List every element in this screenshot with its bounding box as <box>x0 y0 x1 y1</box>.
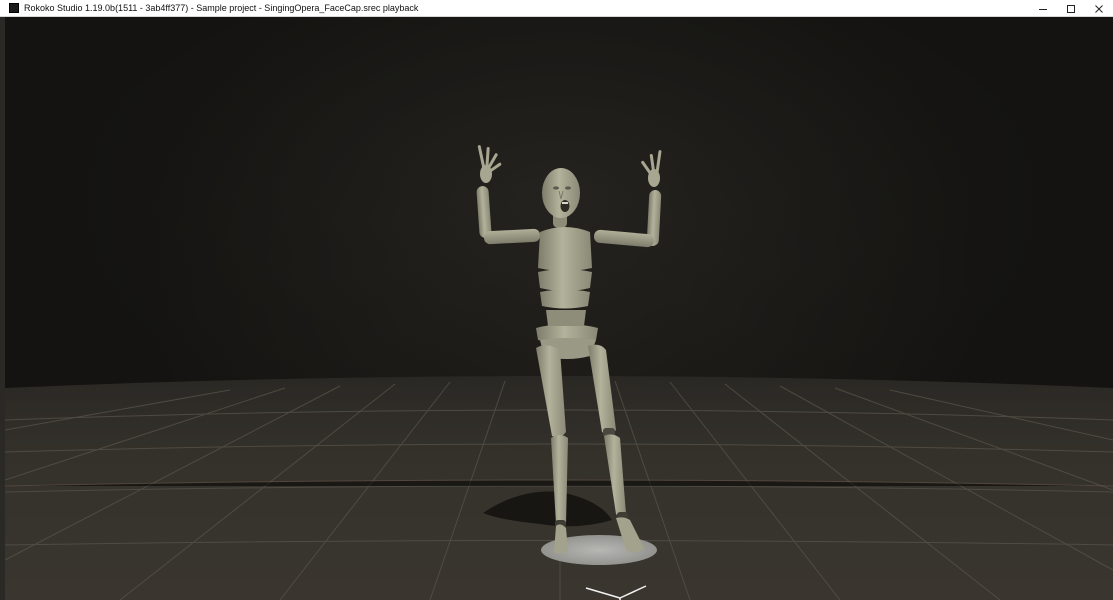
minimize-button[interactable] <box>1029 0 1057 17</box>
scene-canvas[interactable] <box>5 17 1113 600</box>
left-foot <box>554 524 568 554</box>
maximize-icon <box>1067 4 1075 13</box>
rokoko-app-icon <box>9 3 19 13</box>
minimize-icon <box>1039 8 1047 10</box>
window-controls <box>1029 0 1113 17</box>
window-title: Rokoko Studio 1.19.0b(1511 - 3ab4ff377) … <box>24 3 419 13</box>
abdomen-middle <box>540 289 590 309</box>
3d-viewport[interactable] <box>5 17 1113 600</box>
title-bar[interactable]: Rokoko Studio 1.19.0b(1511 - 3ab4ff377) … <box>0 0 1113 17</box>
abdomen-upper <box>538 269 592 291</box>
app-window: Rokoko Studio 1.19.0b(1511 - 3ab4ff377) … <box>0 0 1113 600</box>
head <box>542 168 580 218</box>
chest <box>538 227 592 271</box>
close-icon <box>1095 4 1103 13</box>
close-button[interactable] <box>1085 0 1113 17</box>
lower-torso <box>546 310 586 326</box>
maximize-button[interactable] <box>1057 0 1085 17</box>
